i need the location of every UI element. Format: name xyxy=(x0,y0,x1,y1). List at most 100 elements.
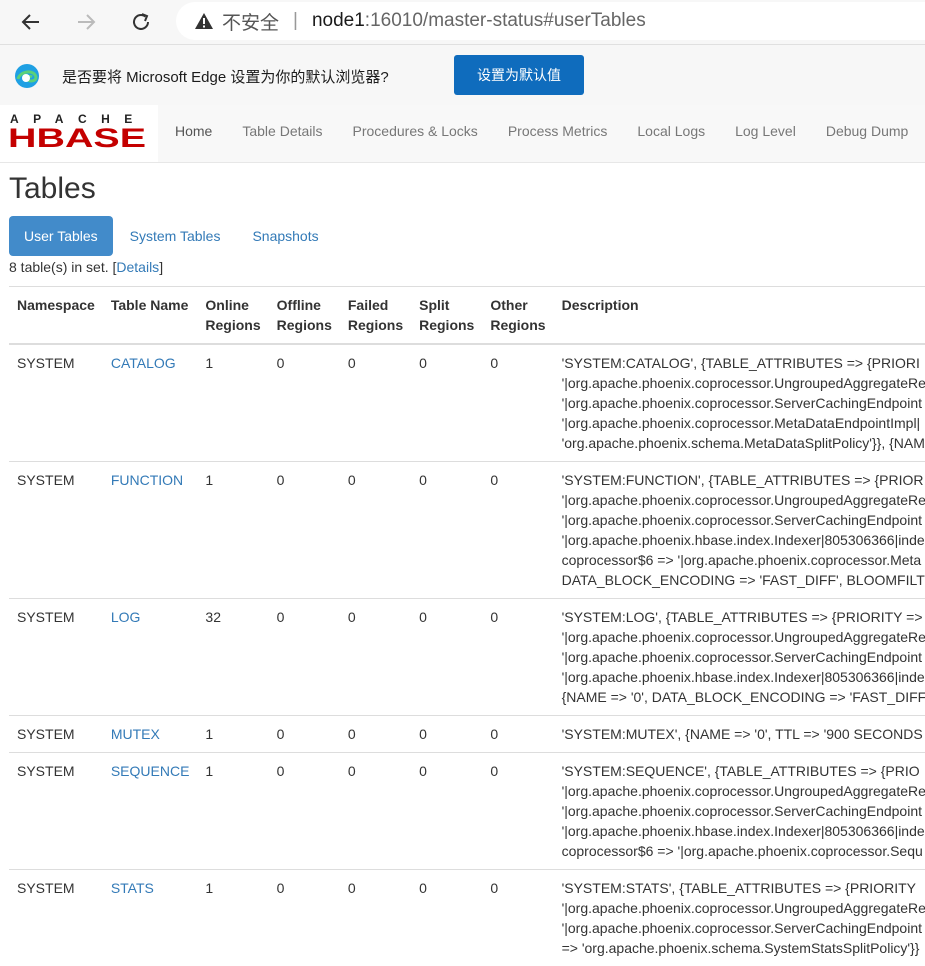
description-line: 'SYSTEM:CATALOG', {TABLE_ATTRIBUTES => {… xyxy=(562,353,925,373)
column-header: FailedRegions xyxy=(340,287,411,345)
nav-log-level[interactable]: Log Level xyxy=(720,105,811,162)
tab-user-tables[interactable]: User Tables xyxy=(9,216,113,256)
description-line: '|org.apache.phoenix.coprocessor.Ungroup… xyxy=(562,781,925,801)
cell-offline: 0 xyxy=(269,599,340,716)
description-line: '|org.apache.phoenix.coprocessor.Ungroup… xyxy=(562,373,925,393)
cell-split: 0 xyxy=(411,716,482,753)
forward-button[interactable] xyxy=(72,8,100,36)
cell-failed: 0 xyxy=(340,753,411,870)
description-line: '|org.apache.phoenix.coprocessor.ServerC… xyxy=(562,918,925,938)
description-line: {NAME => '0', DATA_BLOCK_ENCODING => 'FA… xyxy=(562,687,925,707)
column-header: Table Name xyxy=(103,287,198,345)
column-header-line: Regions xyxy=(348,315,403,335)
description-line: coprocessor$6 => '|org.apache.phoenix.co… xyxy=(562,841,925,861)
cell-other: 0 xyxy=(482,462,553,599)
description-line: '|org.apache.phoenix.coprocessor.MetaDat… xyxy=(562,413,925,433)
infobar-message: 是否要将 Microsoft Edge 设置为你的默认浏览器? xyxy=(62,66,389,87)
cell-description: 'SYSTEM:CATALOG', {TABLE_ATTRIBUTES => {… xyxy=(554,344,925,462)
table-row: SYSTEMMUTEX10000'SYSTEM:MUTEX', {NAME =>… xyxy=(9,716,925,753)
description-line: DATA_BLOCK_ENCODING => 'FAST_DIFF', BLOO… xyxy=(562,570,925,590)
cell-split: 0 xyxy=(411,344,482,462)
description-line: '|org.apache.phoenix.hbase.index.Indexer… xyxy=(562,821,925,841)
table-row: SYSTEMFUNCTION10000'SYSTEM:FUNCTION', {T… xyxy=(9,462,925,599)
cell-split: 0 xyxy=(411,870,482,966)
column-header-line: Regions xyxy=(277,315,332,335)
description-line: '|org.apache.phoenix.coprocessor.Ungroup… xyxy=(562,898,925,918)
column-header-line: Failed xyxy=(348,295,403,315)
hbase-logo[interactable]: APACHE HBASE xyxy=(0,105,158,162)
cell-split: 0 xyxy=(411,599,482,716)
column-header-line: Other xyxy=(490,295,545,315)
user-tables-table: NamespaceTable NameOnlineRegionsOfflineR… xyxy=(9,286,925,966)
tab-system-tables[interactable]: System Tables xyxy=(115,216,236,256)
address-separator: | xyxy=(293,10,298,32)
page-title: Tables xyxy=(9,172,96,206)
cell-other: 0 xyxy=(482,599,553,716)
cell-ns: SYSTEM xyxy=(9,870,103,966)
cell-failed: 0 xyxy=(340,599,411,716)
cell-online: 32 xyxy=(197,599,268,716)
description-line: '|org.apache.phoenix.coprocessor.ServerC… xyxy=(562,393,925,413)
cell-offline: 0 xyxy=(269,753,340,870)
description-line: 'org.apache.phoenix.schema.MetaDataSplit… xyxy=(562,433,925,453)
cell-failed: 0 xyxy=(340,462,411,599)
cell-ns: SYSTEM xyxy=(9,753,103,870)
cell-ns: SYSTEM xyxy=(9,462,103,599)
table-name-link[interactable]: MUTEX xyxy=(103,716,198,753)
nav-home[interactable]: Home xyxy=(160,105,227,162)
cell-offline: 0 xyxy=(269,870,340,966)
column-header-line: Namespace xyxy=(17,295,95,315)
table-name-link[interactable]: STATS xyxy=(103,870,198,966)
table-count-suffix: ] xyxy=(159,259,163,275)
cell-other: 0 xyxy=(482,716,553,753)
table-body: SYSTEMCATALOG10000'SYSTEM:CATALOG', {TAB… xyxy=(9,344,925,966)
description-line: '|org.apache.phoenix.coprocessor.ServerC… xyxy=(562,647,925,667)
hbase-navbar: APACHE HBASE HomeTable DetailsProcedures… xyxy=(0,105,925,163)
column-header: Namespace xyxy=(9,287,103,345)
url-host: node1 xyxy=(312,10,365,32)
description-line: 'SYSTEM:FUNCTION', {TABLE_ATTRIBUTES => … xyxy=(562,470,925,490)
table-name-link[interactable]: SEQUENCE xyxy=(103,753,198,870)
warning-icon[interactable] xyxy=(194,12,214,30)
table-name-link[interactable]: CATALOG xyxy=(103,344,198,462)
nav-table-details[interactable]: Table Details xyxy=(227,105,337,162)
url-path: :16010/master-status#userTables xyxy=(365,10,646,32)
cell-other: 0 xyxy=(482,753,553,870)
details-link[interactable]: Details xyxy=(116,259,159,275)
refresh-button[interactable] xyxy=(127,8,155,36)
description-line: coprocessor$6 => '|org.apache.phoenix.co… xyxy=(562,550,925,570)
nav-links: HomeTable DetailsProcedures & LocksProce… xyxy=(160,105,923,162)
nav-local-logs[interactable]: Local Logs xyxy=(622,105,720,162)
cell-ns: SYSTEM xyxy=(9,344,103,462)
back-button[interactable] xyxy=(17,8,45,36)
cell-ns: SYSTEM xyxy=(9,599,103,716)
default-browser-infobar: 是否要将 Microsoft Edge 设置为你的默认浏览器? 设置为默认值 xyxy=(0,45,925,105)
description-line: 'SYSTEM:MUTEX', {NAME => '0', TTL => '90… xyxy=(562,724,925,744)
nav-procedures-locks[interactable]: Procedures & Locks xyxy=(338,105,493,162)
cell-online: 1 xyxy=(197,753,268,870)
set-default-button[interactable]: 设置为默认值 xyxy=(454,55,584,95)
column-header-line: Regions xyxy=(205,315,260,335)
table-header-row: NamespaceTable NameOnlineRegionsOfflineR… xyxy=(9,287,925,345)
cell-failed: 0 xyxy=(340,870,411,966)
table-tabs: User TablesSystem TablesSnapshots xyxy=(9,216,336,256)
nav-process-metrics[interactable]: Process Metrics xyxy=(493,105,623,162)
column-header: OfflineRegions xyxy=(269,287,340,345)
table-name-link[interactable]: LOG xyxy=(103,599,198,716)
address-bar[interactable]: 不安全 | node1 :16010/master-status#userTab… xyxy=(176,2,925,40)
cell-failed: 0 xyxy=(340,716,411,753)
description-line: '|org.apache.phoenix.hbase.index.Indexer… xyxy=(562,667,925,687)
table-row: SYSTEMSTATS10000'SYSTEM:STATS', {TABLE_A… xyxy=(9,870,925,966)
description-line: 'SYSTEM:STATS', {TABLE_ATTRIBUTES => {PR… xyxy=(562,878,925,898)
insecure-label[interactable]: 不安全 xyxy=(222,8,279,35)
cell-offline: 0 xyxy=(269,716,340,753)
nav-debug-dump[interactable]: Debug Dump xyxy=(811,105,924,162)
column-header-line: Description xyxy=(562,295,925,315)
column-header-line: Regions xyxy=(419,315,474,335)
forward-arrow-icon xyxy=(74,10,98,34)
cell-description: 'SYSTEM:FUNCTION', {TABLE_ATTRIBUTES => … xyxy=(554,462,925,599)
table-name-link[interactable]: FUNCTION xyxy=(103,462,198,599)
tab-snapshots[interactable]: Snapshots xyxy=(237,216,333,256)
browser-toolbar: 不安全 | node1 :16010/master-status#userTab… xyxy=(0,0,925,45)
column-header-line: Offline xyxy=(277,295,332,315)
